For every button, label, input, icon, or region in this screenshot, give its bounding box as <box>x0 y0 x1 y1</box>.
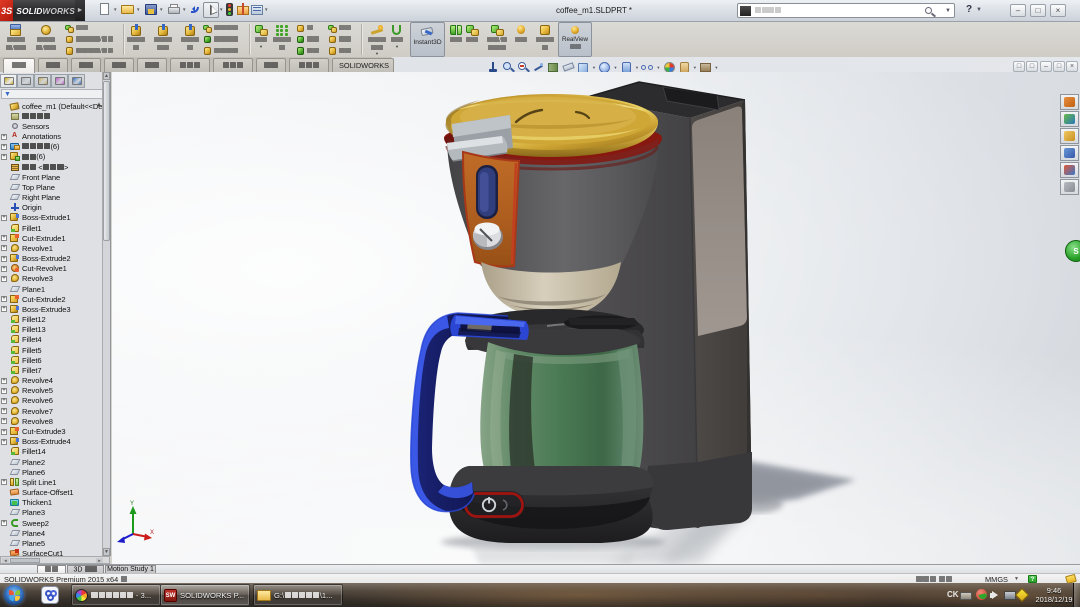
svg-text:Y: Y <box>130 501 134 507</box>
svg-text:X: X <box>150 530 154 536</box>
